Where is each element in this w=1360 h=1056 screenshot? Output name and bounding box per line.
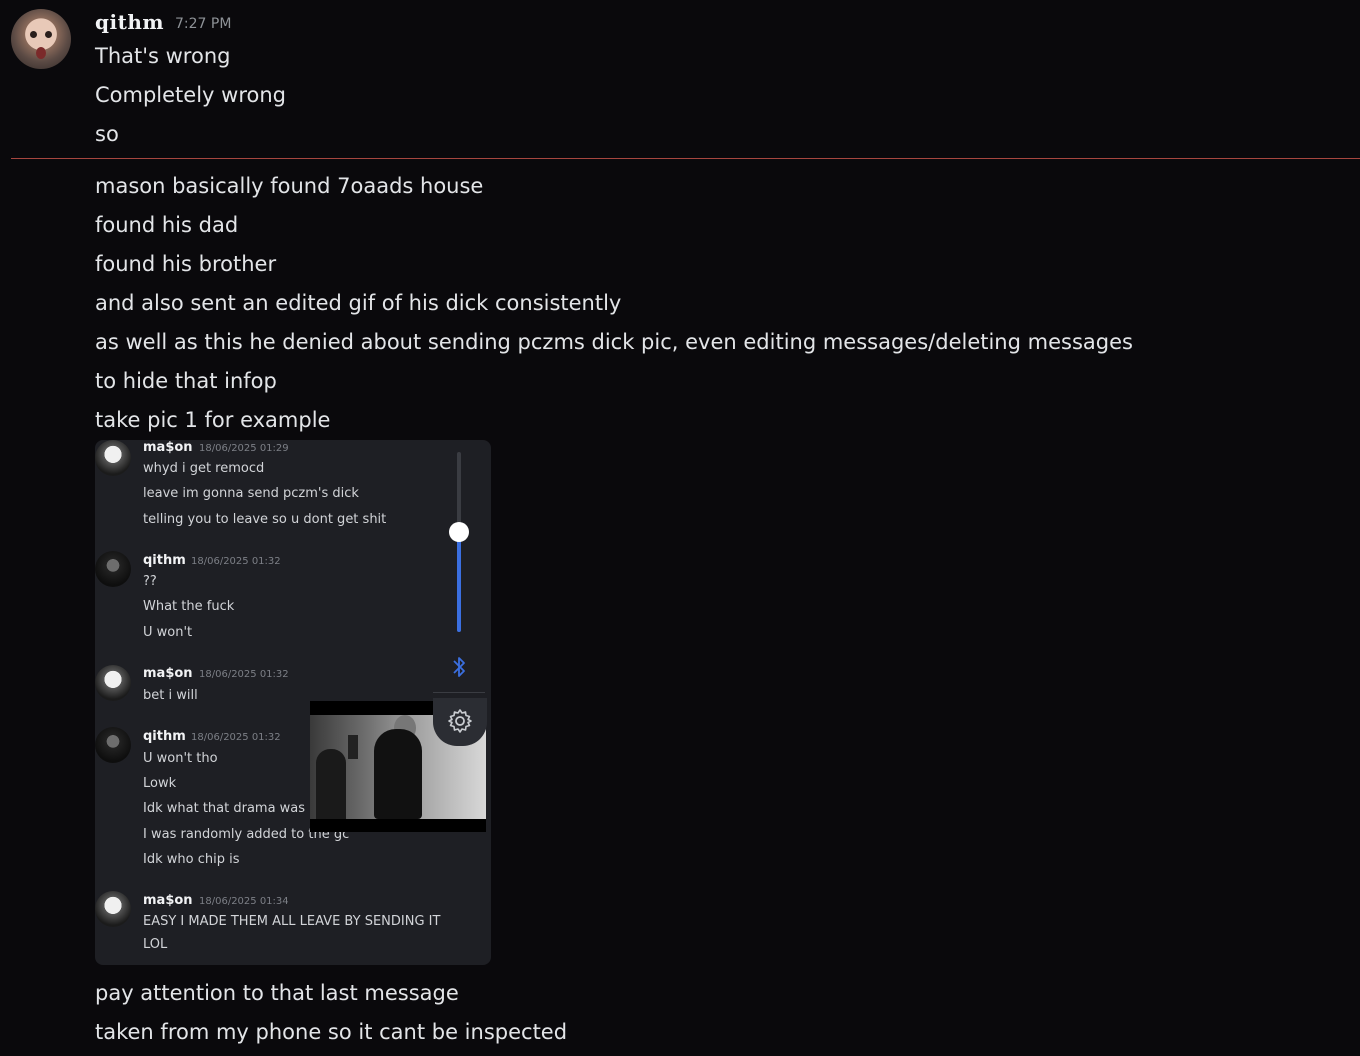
message-line: mason basically found 7oaads house bbox=[95, 174, 484, 198]
video-figure bbox=[316, 749, 346, 819]
attachment-line: Lowk bbox=[143, 776, 177, 791]
message-line: so bbox=[95, 122, 119, 146]
attachment-avatar bbox=[95, 665, 131, 701]
attachment-avatar bbox=[95, 727, 131, 763]
volume-slider-fill bbox=[457, 532, 461, 632]
volume-slider-knob[interactable] bbox=[449, 522, 469, 542]
attachment-avatar bbox=[95, 891, 131, 927]
attachment-author: ma$on bbox=[143, 666, 193, 681]
message-line: taken from my phone so it cant be inspec… bbox=[95, 1020, 568, 1044]
attachment-line: U won't tho bbox=[143, 751, 218, 766]
attachment-line: leave im gonna send pczm's dick bbox=[143, 486, 359, 501]
overlay-separator bbox=[433, 692, 485, 693]
attachment-author: qithm bbox=[143, 729, 186, 744]
attachment-avatar bbox=[95, 440, 131, 476]
attachment-line: EASY I MADE THEM ALL LEAVE BY SENDING IT bbox=[143, 914, 441, 929]
user-avatar[interactable] bbox=[11, 9, 71, 69]
attachment-line: What the fuck bbox=[143, 599, 235, 614]
attachment-line: Idk what that drama was bbox=[143, 801, 306, 816]
attachment-line: U won't bbox=[143, 625, 193, 640]
message-username[interactable]: qithm bbox=[95, 10, 164, 34]
attachment-line: bet i will bbox=[143, 688, 198, 703]
message-line: found his brother bbox=[95, 252, 277, 276]
message-line: as well as this he denied about sending … bbox=[95, 330, 1133, 354]
attachment-avatar bbox=[95, 551, 131, 587]
video-door bbox=[348, 735, 358, 759]
message-timestamp: 7:27 PM bbox=[175, 16, 232, 32]
attachment-line: whyd i get remocd bbox=[143, 461, 265, 476]
attachment-line: Idk who chip is bbox=[143, 852, 240, 867]
attachment-timestamp: 18/06/2025 01:32 bbox=[191, 732, 281, 743]
video-figure bbox=[374, 729, 422, 819]
attachment-timestamp: 18/06/2025 01:29 bbox=[199, 443, 289, 454]
message-line: Completely wrong bbox=[95, 83, 286, 107]
attachment-timestamp: 18/06/2025 01:32 bbox=[199, 669, 289, 680]
avatar-eye bbox=[45, 31, 52, 38]
attachment-author: ma$on bbox=[143, 440, 193, 455]
attachment-author: ma$on bbox=[143, 893, 193, 908]
message-line: take pic 1 for example bbox=[95, 408, 331, 432]
message-line: to hide that infop bbox=[95, 369, 277, 393]
attachment-line: LOL bbox=[143, 937, 168, 952]
avatar-mouth bbox=[36, 47, 46, 59]
bluetooth-icon[interactable] bbox=[449, 654, 469, 680]
message-line: pay attention to that last message bbox=[95, 981, 459, 1005]
new-messages-divider bbox=[11, 158, 1360, 159]
message-line: and also sent an edited gif of his dick … bbox=[95, 291, 622, 315]
attachment-timestamp: 18/06/2025 01:34 bbox=[199, 896, 289, 907]
attachment-line: telling you to leave so u dont get shit bbox=[143, 512, 387, 527]
screenshot-attachment[interactable]: ma$on 18/06/2025 01:29 whyd i get remocd… bbox=[95, 440, 491, 965]
avatar-eye bbox=[30, 31, 37, 38]
attachment-timestamp: 18/06/2025 01:32 bbox=[191, 556, 281, 567]
attachment-author: qithm bbox=[143, 553, 186, 568]
message-line: found his dad bbox=[95, 213, 239, 237]
message-line: That's wrong bbox=[95, 44, 231, 68]
settings-button[interactable] bbox=[433, 698, 487, 746]
attachment-line: ?? bbox=[143, 574, 157, 589]
